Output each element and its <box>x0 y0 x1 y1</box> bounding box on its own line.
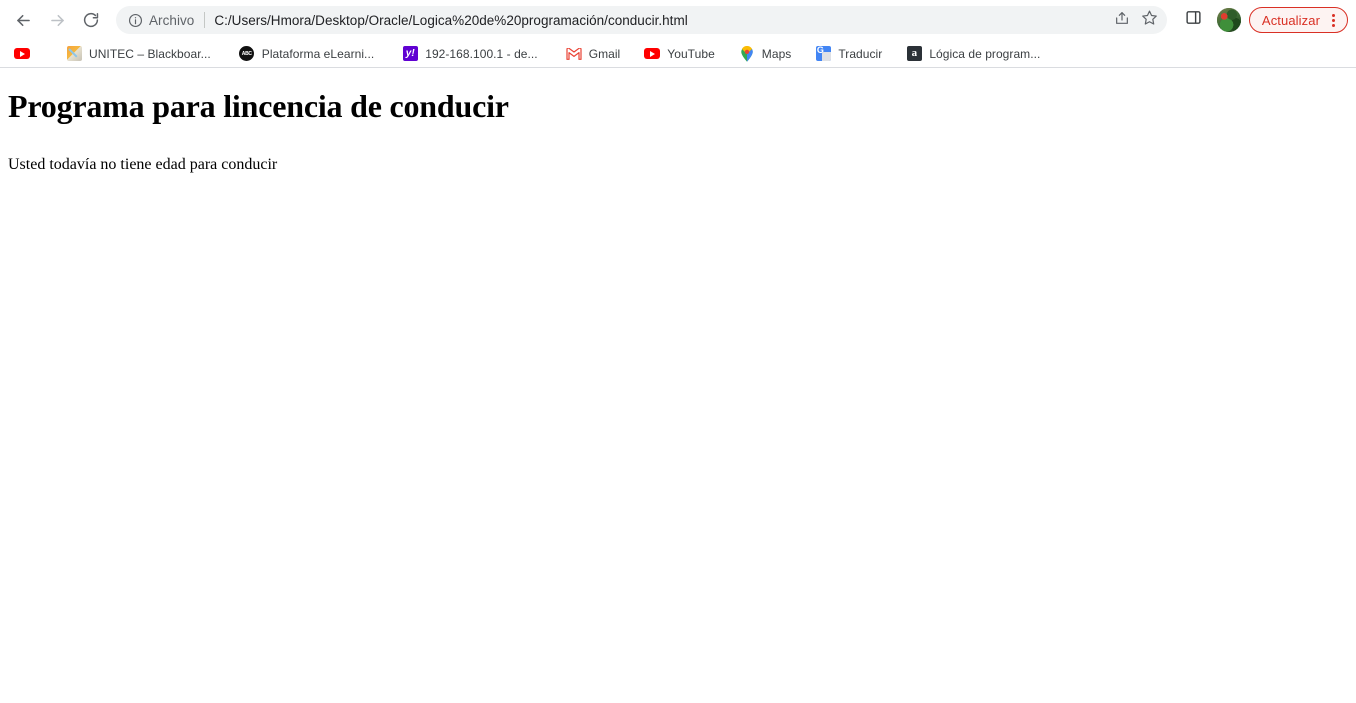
page-title: Programa para lincencia de conducir <box>8 88 509 124</box>
black-circle-icon: ABC <box>239 46 255 62</box>
page-content: Programa para lincencia de conducir Uste… <box>0 68 1356 182</box>
bookmark-logica-de-programacion[interactable]: a Lógica de program... <box>900 43 1046 65</box>
arrow-left-icon <box>14 11 33 30</box>
scheme-label: Archivo <box>149 12 195 28</box>
update-button-label: Actualizar <box>1261 12 1320 28</box>
reload-button[interactable] <box>76 5 106 35</box>
page-message: Usted todavía no tiene edad para conduci… <box>8 155 278 173</box>
letter-a-square-icon: a <box>906 46 922 62</box>
reload-icon <box>82 11 100 29</box>
bookmark-label: Lógica de program... <box>929 46 1041 61</box>
youtube-icon <box>644 46 661 62</box>
share-button[interactable] <box>1109 7 1135 33</box>
bookmark-label: Plataforma eLearni... <box>261 46 375 61</box>
bookmark-label: Gmail <box>588 46 621 61</box>
bookmark-label: 192-168.100.1 - de... <box>425 46 538 61</box>
youtube-icon <box>14 46 30 62</box>
arrow-right-icon <box>48 11 67 30</box>
bookmark-star-button[interactable] <box>1137 7 1163 33</box>
bookmark-gmail[interactable]: Gmail <box>560 43 627 65</box>
browser-toolbar: Archivo C:/Users/Hmora/Desktop/Oracle/Lo… <box>0 0 1356 40</box>
bookmark-label: UNITEC – Blackboar... <box>89 46 211 61</box>
omnibox-divider <box>204 12 206 28</box>
avatar-image <box>1216 8 1241 32</box>
bookmark-youtube[interactable]: YouTube <box>638 43 721 65</box>
maps-pin-icon <box>739 45 755 62</box>
bookmark-router-192-168-100-1[interactable]: y! 192-168.100.1 - de... <box>396 43 543 65</box>
star-outline-icon <box>1141 9 1158 31</box>
update-button[interactable]: Actualizar <box>1248 7 1348 33</box>
share-icon <box>1114 10 1130 31</box>
address-bar[interactable]: Archivo C:/Users/Hmora/Desktop/Oracle/Lo… <box>116 6 1167 34</box>
bookmark-traducir[interactable]: Traducir <box>809 43 888 65</box>
bookmark-unitec-blackboard[interactable]: UNITEC – Blackboar... <box>60 43 217 65</box>
side-panel-button[interactable] <box>1179 5 1209 35</box>
three-dot-menu-icon[interactable] <box>1325 13 1341 27</box>
page-viewport: Programa para lincencia de conducir Uste… <box>0 68 1356 702</box>
bookmarks-bar: UNITEC – Blackboar... ABC Plataforma eLe… <box>0 40 1356 68</box>
bookmark-plataforma-elearning[interactable]: ABC Plataforma eLearni... <box>233 43 380 65</box>
bookmark-maps[interactable]: Maps <box>733 43 798 65</box>
side-panel-icon <box>1185 9 1202 31</box>
yahoo-icon: y! <box>402 46 418 62</box>
google-translate-icon <box>815 46 831 62</box>
bookmark-youtube-pinned[interactable] <box>8 43 36 65</box>
forward-button[interactable] <box>42 5 72 35</box>
browser-chrome: Archivo C:/Users/Hmora/Desktop/Oracle/Lo… <box>0 0 1356 68</box>
bookmark-label: YouTube <box>667 46 715 61</box>
pencil-icon <box>66 46 82 62</box>
info-circle-icon[interactable] <box>126 11 144 29</box>
back-button[interactable] <box>8 5 38 35</box>
bookmark-label: Traducir <box>838 46 883 61</box>
avatar[interactable] <box>1216 8 1241 32</box>
url-text[interactable]: C:/Users/Hmora/Desktop/Oracle/Logica%20d… <box>214 13 1107 28</box>
gmail-icon <box>566 47 582 60</box>
bookmark-label: Maps <box>761 46 792 61</box>
